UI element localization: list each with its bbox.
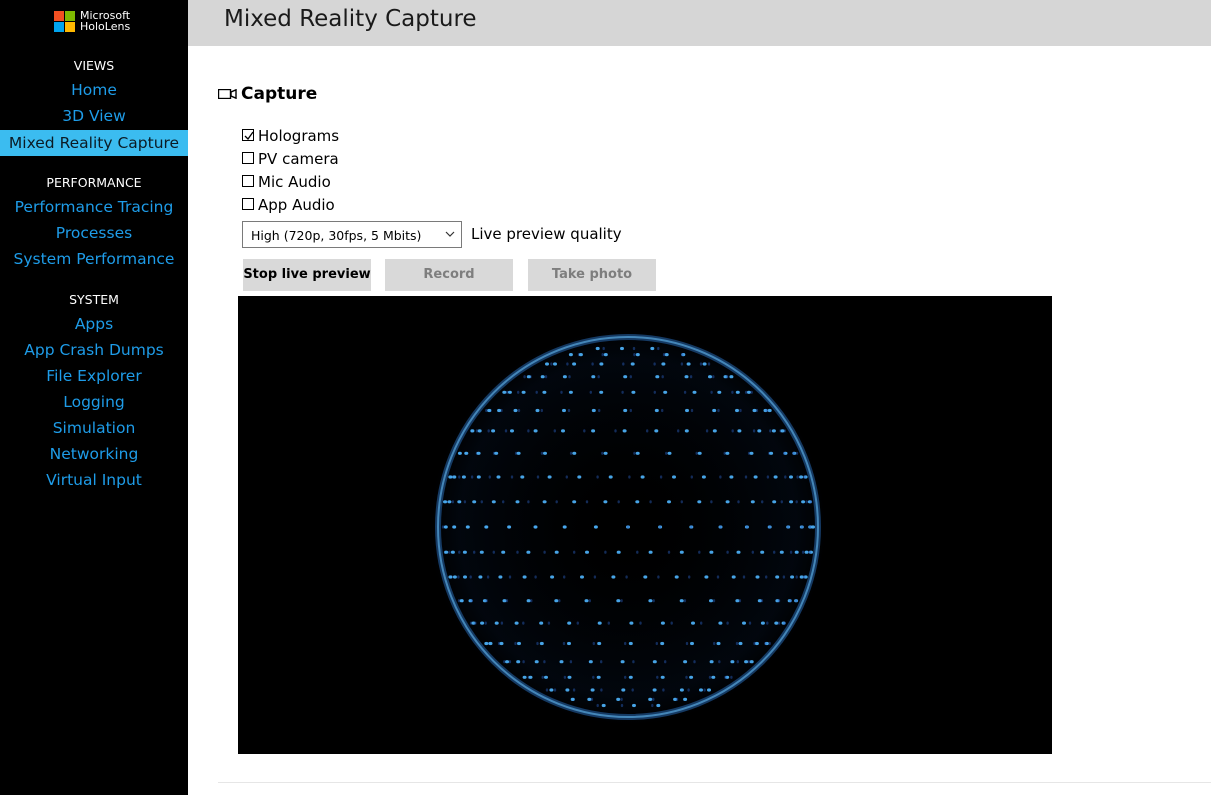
video-camera-icon [218, 89, 237, 99]
app-audio-label: App Audio [258, 196, 335, 214]
mic-audio-label: Mic Audio [258, 173, 331, 191]
take-photo-button[interactable]: Take photo [528, 259, 656, 291]
live-preview-viewport [238, 296, 1052, 754]
nav-section-performance: PERFORMANCE [46, 175, 142, 190]
mic-audio-checkbox[interactable] [242, 175, 254, 187]
sidebar-item-processes[interactable]: Processes [0, 220, 188, 246]
sidebar-item-logging[interactable]: Logging [0, 389, 188, 415]
nav-section-system: SYSTEM [69, 292, 119, 307]
checkmark-icon [244, 131, 254, 141]
app-audio-checkbox[interactable] [242, 198, 254, 210]
stop-live-preview-button[interactable]: Stop live preview [243, 259, 371, 291]
sidebar-item-networking[interactable]: Networking [0, 441, 188, 467]
sidebar-item-app-crash-dumps[interactable]: App Crash Dumps [0, 337, 188, 363]
section-divider [218, 782, 1211, 783]
nav-section-views: VIEWS [73, 58, 115, 73]
preview-quality-value: High (720p, 30fps, 5 Mbits) [251, 228, 422, 243]
logo-text: Microsoft HoloLens [80, 9, 131, 33]
capture-section-title: Capture [241, 84, 318, 104]
holograms-checkbox[interactable] [242, 129, 254, 141]
sidebar-item-simulation[interactable]: Simulation [0, 415, 188, 441]
holograms-label: Holograms [258, 127, 340, 145]
pv-camera-label: PV camera [258, 150, 339, 168]
sidebar-item-virtual-input[interactable]: Virtual Input [0, 467, 188, 493]
sidebar: Microsoft HoloLens VIEWS Home 3D View Mi… [0, 0, 188, 795]
preview-quality-select[interactable]: High (720p, 30fps, 5 Mbits) [242, 221, 462, 248]
hologram-sphere-image [430, 329, 826, 725]
record-button[interactable]: Record [385, 259, 513, 291]
microsoft-logo-icon [54, 11, 75, 32]
chevron-down-icon [445, 231, 455, 237]
sidebar-item-3d-view[interactable]: 3D View [0, 103, 188, 129]
page-title: Mixed Reality Capture [224, 6, 477, 32]
page-header: Mixed Reality Capture [188, 0, 1211, 46]
preview-quality-label: Live preview quality [471, 225, 622, 243]
sidebar-item-system-performance[interactable]: System Performance [0, 246, 188, 272]
pv-camera-checkbox[interactable] [242, 152, 254, 164]
sidebar-item-mixed-reality-capture[interactable]: Mixed Reality Capture [0, 130, 188, 156]
sidebar-item-home[interactable]: Home [0, 77, 188, 103]
sidebar-item-file-explorer[interactable]: File Explorer [0, 363, 188, 389]
microsoft-hololens-logo: Microsoft HoloLens [54, 9, 144, 37]
sidebar-item-performance-tracing[interactable]: Performance Tracing [0, 194, 188, 220]
sidebar-item-apps[interactable]: Apps [0, 311, 188, 337]
